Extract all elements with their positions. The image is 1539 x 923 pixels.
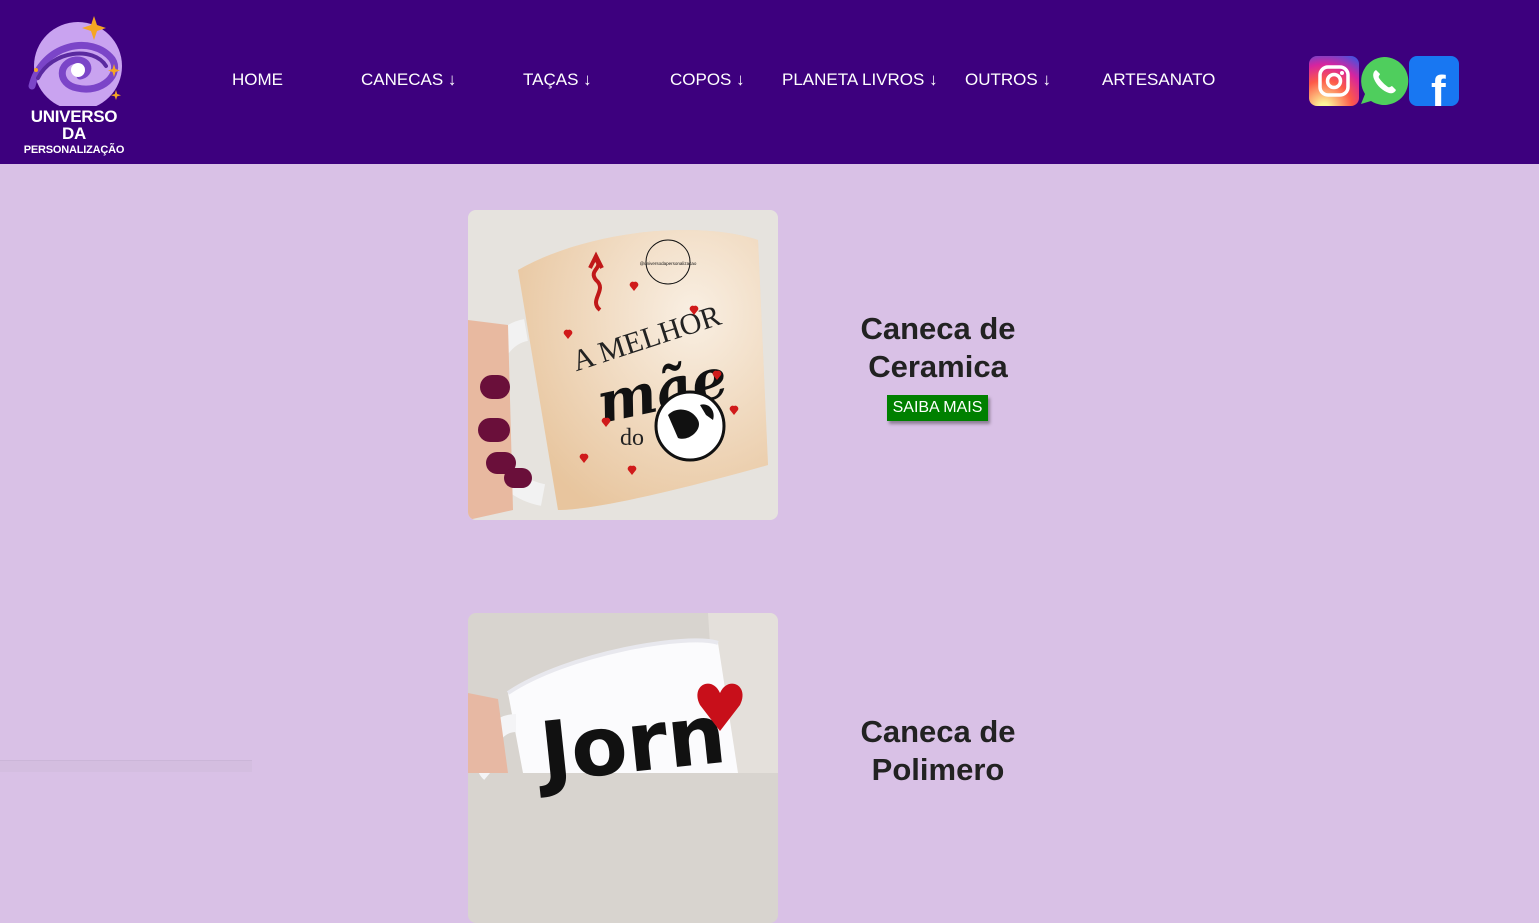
product-image-polimero[interactable]: Jorn: [468, 613, 778, 923]
galaxy-icon: [28, 16, 122, 106]
product-title-line1: Caneca de: [860, 714, 1016, 749]
product-title-polimero: Caneca de Polimero: [808, 713, 1068, 789]
facebook-icon[interactable]: f: [1409, 56, 1459, 116]
product-image-ceramica[interactable]: A MELHOR mãe do @universodapersonalizaca…: [468, 210, 778, 520]
product-title-ceramica: Caneca de Ceramica: [808, 310, 1068, 386]
nav-tacas[interactable]: TAÇAS ↓: [523, 70, 592, 90]
nav-canecas[interactable]: CANECAS ↓: [361, 70, 456, 90]
brand-logo[interactable]: UNIVERSO DA PERSONALIZAÇÃO: [18, 14, 130, 156]
saiba-mais-button[interactable]: SAIBA MAIS: [887, 395, 988, 421]
bottom-left-bar: [0, 760, 252, 772]
mug-text-do: do: [620, 425, 644, 451]
nav-artesanato[interactable]: ARTESANATO: [1102, 70, 1215, 90]
instagram-icon[interactable]: [1309, 56, 1359, 106]
nav-outros[interactable]: OUTROS ↓: [965, 70, 1051, 90]
brand-line2: PERSONALIZAÇÃO: [23, 144, 125, 156]
facebook-glyph: f: [1431, 67, 1446, 106]
nav-home[interactable]: HOME: [232, 70, 283, 90]
product-title-line2: Ceramica: [868, 349, 1008, 384]
whatsapp-icon[interactable]: [1359, 56, 1409, 106]
product-title-line1: Caneca de: [860, 311, 1016, 346]
site-header: UNIVERSO DA PERSONALIZAÇÃO HOME CANECAS …: [0, 0, 1539, 164]
nav-copos[interactable]: COPOS ↓: [670, 70, 745, 90]
product-title-line2: Polimero: [871, 752, 1005, 787]
brand-wordmark: UNIVERSO DA PERSONALIZAÇÃO: [18, 108, 130, 156]
brand-line1: UNIVERSO DA: [30, 107, 118, 143]
nav-planeta-livros[interactable]: PLANETA LIVROS ↓: [782, 70, 938, 90]
mug-stamp: @universodapersonalizacao: [640, 261, 697, 266]
